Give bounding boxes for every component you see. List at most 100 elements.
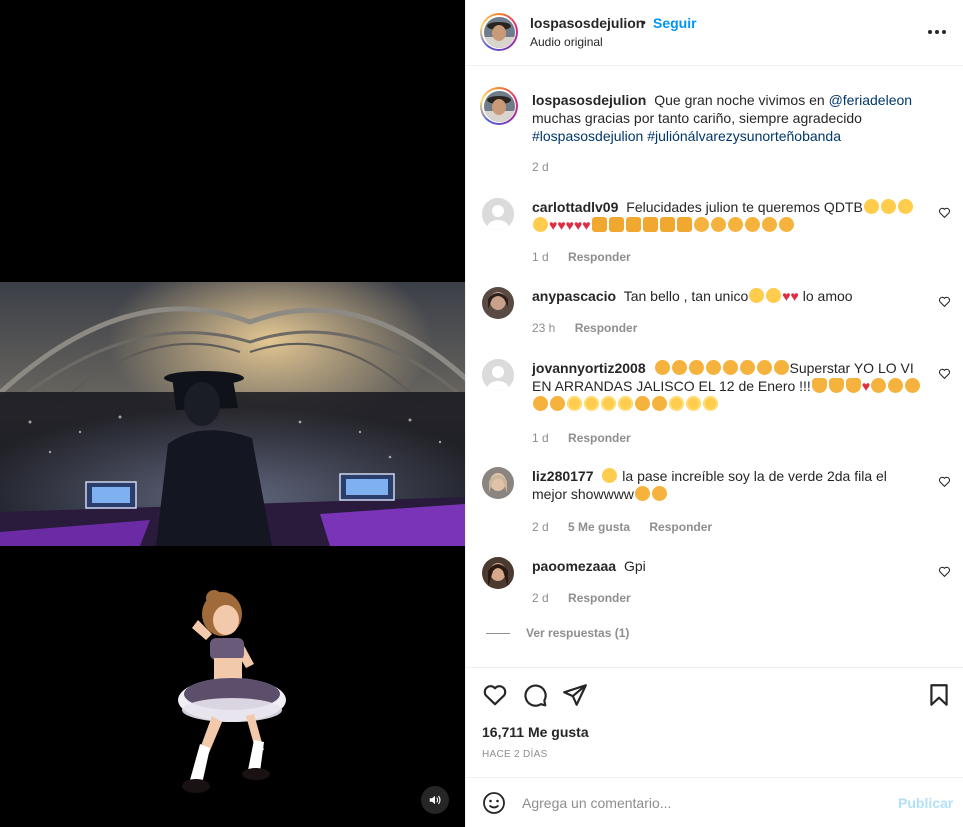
reply-button[interactable]: Responder — [568, 431, 631, 445]
follow-button[interactable]: Seguir — [653, 15, 697, 31]
comment-meta: 2 d 5 Me gusta Responder — [532, 520, 728, 534]
audio-toggle-button[interactable] — [421, 786, 449, 814]
likes-count[interactable]: 16,711 Me gusta — [482, 724, 589, 740]
smiling-face-emoji — [584, 396, 599, 411]
comment-text: jovannyortiz2008 Superstar YO LO VI EN A… — [532, 359, 922, 413]
post-comment-button[interactable]: Publicar — [898, 795, 953, 811]
comment-time[interactable]: 2 d — [532, 520, 549, 534]
comment-input[interactable] — [522, 788, 882, 818]
commenter-avatar[interactable] — [482, 467, 514, 499]
save-bookmark-icon[interactable] — [926, 682, 952, 708]
smiling-face-emoji — [686, 396, 701, 411]
like-comment-heart-icon[interactable] — [938, 565, 951, 578]
caption-text: lospasosdejulion Que gran noche vivimos … — [532, 91, 942, 145]
like-heart-icon[interactable] — [482, 682, 508, 708]
comments-list[interactable]: lospasosdejulion Que gran noche vivimos … — [466, 67, 963, 667]
commenter-avatar[interactable] — [482, 198, 514, 230]
view-replies-button[interactable]: Ver respuestas (1) — [486, 626, 629, 640]
commenter-photo — [482, 557, 514, 589]
clapping-hands-emoji — [533, 396, 548, 411]
reply-button[interactable]: Responder — [575, 321, 638, 335]
comment-meta: 1 d Responder — [532, 250, 647, 264]
caption-hashtag-1[interactable]: #lospasosdejulion — [532, 128, 643, 144]
kissing-face-emoji — [863, 199, 879, 214]
smiling-face-emoji — [567, 396, 582, 411]
caption-mention[interactable]: @feriadeleon — [829, 92, 913, 108]
comment-username[interactable]: carlottadlv09 — [532, 199, 618, 215]
caption-meta: 2 d — [532, 160, 565, 174]
smiling-face-emoji — [703, 396, 718, 411]
clapping-hands-emoji — [761, 217, 777, 232]
like-comment-heart-icon[interactable] — [938, 475, 951, 488]
commenter-avatar[interactable] — [482, 557, 514, 589]
comment-time[interactable]: 1 d — [532, 250, 549, 264]
dancing-girl-sticker — [176, 584, 296, 800]
star-struck-emoji — [602, 468, 618, 483]
kissing-face-emoji — [880, 199, 896, 214]
thumbs-up-emoji — [659, 217, 675, 232]
concert-video-frame — [0, 282, 465, 546]
comment-username[interactable]: paoomezaaa — [532, 558, 616, 574]
comment-time[interactable]: 23 h — [532, 321, 555, 335]
comment-composer: Publicar — [466, 777, 963, 827]
author-avatar[interactable] — [480, 13, 518, 51]
comment-username[interactable]: anypascacio — [532, 288, 616, 304]
comment-body: Felucidades julion te queremos QDTB — [626, 199, 863, 215]
post-date[interactable]: HACE 2 DÍAS — [482, 749, 548, 760]
comment-text: liz280177 la pase increíble soy la de ve… — [532, 467, 922, 503]
comment-likes[interactable]: 5 Me gusta — [568, 520, 630, 534]
emoji-icon[interactable] — [482, 791, 506, 815]
commenter-avatar[interactable] — [482, 359, 514, 391]
clapping-hands-emoji — [652, 396, 667, 411]
reply-button[interactable]: Responder — [649, 520, 712, 534]
clapping-hands-emoji — [688, 360, 704, 375]
commenter-avatar[interactable] — [482, 287, 514, 319]
clapping-hands-emoji — [654, 360, 670, 375]
comment-meta: 23 h Responder — [532, 321, 653, 335]
clapping-hands-emoji — [773, 360, 789, 375]
clapping-hands-emoji — [550, 396, 565, 411]
caption-avatar-photo — [483, 90, 515, 122]
more-options-icon[interactable] — [926, 22, 948, 42]
clapping-hands-emoji — [634, 486, 650, 501]
comment-time[interactable]: 1 d — [532, 431, 549, 445]
caption-username[interactable]: lospasosdejulion — [532, 92, 646, 108]
default-avatar-icon — [482, 359, 514, 391]
smiling-face-emoji — [669, 396, 684, 411]
comment-time[interactable]: 2 d — [532, 591, 549, 605]
red-heart-emoji: ♥ — [573, 217, 583, 233]
like-comment-heart-icon[interactable] — [938, 206, 951, 219]
clapping-hands-emoji — [739, 360, 755, 375]
reply-button[interactable]: Responder — [568, 591, 631, 605]
comment-item: liz280177 la pase increíble soy la de ve… — [482, 467, 952, 537]
like-comment-heart-icon[interactable] — [938, 367, 951, 380]
clapping-hands-emoji — [705, 360, 721, 375]
comment-bubble-icon[interactable] — [522, 682, 548, 708]
caption-avatar[interactable] — [480, 87, 518, 125]
share-paper-plane-icon[interactable] — [562, 682, 588, 708]
post-media[interactable] — [0, 0, 465, 827]
comment-item: anypascacio Tan bello , tan unico ♥♥ lo a… — [482, 287, 952, 339]
audio-label[interactable]: Audio original — [530, 35, 603, 49]
red-heart-emoji: ♥ — [582, 217, 591, 233]
heart-with-ribbon-emoji: ♥ — [861, 378, 871, 394]
clapping-hands-emoji — [671, 360, 687, 375]
like-comment-heart-icon[interactable] — [938, 295, 951, 308]
author-username[interactable]: lospasosdejulion — [530, 15, 644, 31]
reply-button[interactable]: Responder — [568, 250, 631, 264]
caption-hashtag-2[interactable]: #juliónálvarezysunorteñobanda — [647, 128, 841, 144]
thumbs-up-emoji — [625, 217, 641, 232]
comment-body: Tan bello , tan unico — [623, 288, 749, 304]
comment-username[interactable]: liz280177 — [532, 468, 594, 484]
star-struck-emoji — [749, 288, 765, 303]
comment-body-2: lo amoo — [802, 288, 853, 304]
caption-time[interactable]: 2 d — [532, 160, 549, 174]
caption: lospasosdejulion Que gran noche vivimos … — [480, 87, 952, 177]
thumbs-up-emoji — [642, 217, 658, 232]
caption-text-2: muchas gracias por tanto cariño, siempre… — [532, 110, 862, 126]
star-struck-emoji — [766, 288, 782, 303]
clapping-hands-emoji — [756, 360, 772, 375]
comment-username[interactable]: jovannyortiz2008 — [532, 360, 646, 376]
ok-hand-emoji — [828, 378, 844, 393]
clapping-hands-emoji — [722, 360, 738, 375]
